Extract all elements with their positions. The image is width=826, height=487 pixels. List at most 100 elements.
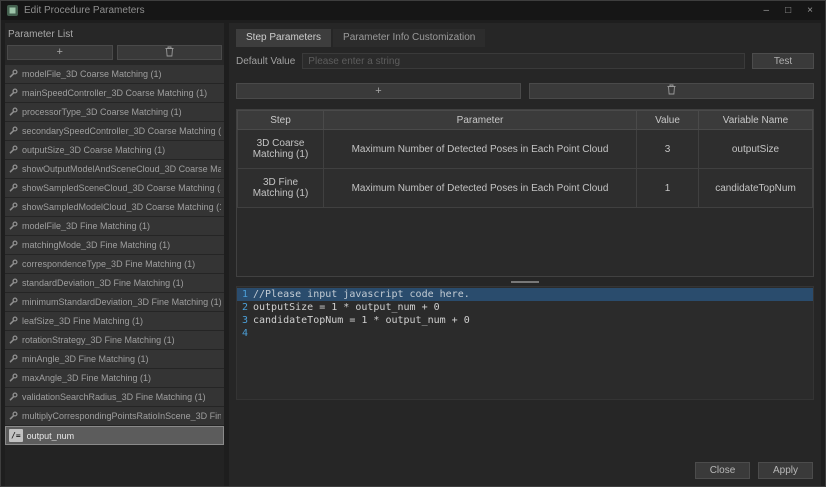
minimize-button[interactable]: – — [764, 1, 770, 20]
mapping-toolbar: + — [236, 83, 814, 99]
cell-variable-name[interactable]: candidateTopNum — [699, 169, 813, 208]
code-line[interactable]: 2 outputSize = 1 * output_num + 0 — [237, 301, 813, 314]
code-line[interactable]: 4 — [237, 327, 813, 340]
code-line[interactable]: 1 //Please input javascript code here. — [237, 288, 813, 301]
cell-value[interactable]: 1 — [637, 169, 699, 208]
parameter-list-item[interactable]: modelFile_3D Coarse Matching (1) — [5, 65, 224, 84]
column-header-parameter: Parameter — [324, 111, 637, 130]
parameter-label: showOutputModelAndSceneCloud_3D Coarse M… — [22, 164, 221, 174]
wrench-icon — [8, 202, 18, 212]
wrench-icon — [8, 88, 18, 98]
parameter-list-item[interactable]: minAngle_3D Fine Matching (1) — [5, 350, 224, 369]
parameter-list-item[interactable]: processorType_3D Coarse Matching (1) — [5, 103, 224, 122]
apply-button[interactable]: Apply — [758, 462, 813, 479]
parameter-list-item[interactable]: standardDeviation_3D Fine Matching (1) — [5, 274, 224, 293]
wrench-icon — [8, 316, 18, 326]
parameter-label: validationSearchRadius_3D Fine Matching … — [22, 392, 206, 402]
cell-parameter[interactable]: Maximum Number of Detected Poses in Each… — [324, 130, 637, 169]
parameter-list-item[interactable]: validationSearchRadius_3D Fine Matching … — [5, 388, 224, 407]
parameter-list-item[interactable]: matchingMode_3D Fine Matching (1) — [5, 236, 224, 255]
table-header-row: Step Parameter Value Variable Name — [238, 111, 813, 130]
cell-value[interactable]: 3 — [637, 130, 699, 169]
column-header-variable-name: Variable Name — [699, 111, 813, 130]
default-value-row: Default Value Test — [236, 53, 814, 69]
edit-procedure-parameters-dialog: Edit Procedure Parameters – □ × Paramete… — [0, 0, 826, 487]
add-parameter-button[interactable]: + — [7, 45, 113, 60]
cell-step[interactable]: 3D Coarse Matching (1) — [238, 130, 324, 169]
tab[interactable]: Parameter Info Customization — [333, 29, 485, 47]
parameter-label: minAngle_3D Fine Matching (1) — [22, 354, 149, 364]
column-header-value: Value — [637, 111, 699, 130]
parameter-label: output_num — [27, 431, 75, 441]
parameter-list-item[interactable]: modelFile_3D Fine Matching (1) — [5, 217, 224, 236]
wrench-icon — [8, 259, 18, 269]
parameter-mapping-table: Step Parameter Value Variable Name 3D Co… — [237, 110, 813, 208]
parameter-label: showSampledModelCloud_3D Coarse Matching… — [22, 202, 221, 212]
tab[interactable]: Step Parameters — [236, 29, 331, 47]
parameter-list-item[interactable]: outputSize_3D Coarse Matching (1) — [5, 141, 224, 160]
line-number: 2 — [237, 301, 253, 314]
parameter-list-item[interactable]: minimumStandardDeviation_3D Fine Matchin… — [5, 293, 224, 312]
delete-mapping-button[interactable] — [529, 83, 814, 99]
default-value-label: Default Value — [236, 56, 295, 67]
parameter-detail-panel: Step Parameters Parameter Info Customiza… — [229, 23, 821, 486]
close-icon[interactable]: × — [807, 1, 813, 20]
code-text: //Please input javascript code here. — [253, 288, 813, 301]
wrench-icon — [8, 392, 18, 402]
parameter-list-item[interactable]: multiplyCorrespondingPointsRatioInScene_… — [5, 407, 224, 426]
splitter[interactable] — [236, 277, 814, 286]
line-number: 1 — [237, 288, 253, 301]
cell-parameter[interactable]: Maximum Number of Detected Poses in Each… — [324, 169, 637, 208]
close-button[interactable]: Close — [695, 462, 750, 479]
cell-step[interactable]: 3D Fine Matching (1) — [238, 169, 324, 208]
parameter-list-panel: Parameter List + — [5, 23, 224, 486]
plus-icon: + — [57, 47, 63, 58]
test-button[interactable]: Test — [752, 53, 814, 69]
parameter-label: matchingMode_3D Fine Matching (1) — [22, 240, 170, 250]
parameter-label: minimumStandardDeviation_3D Fine Matchin… — [22, 297, 221, 307]
parameter-list-item[interactable]: leafSize_3D Fine Matching (1) — [5, 312, 224, 331]
parameter-list-item[interactable]: showSampledModelCloud_3D Coarse Matching… — [5, 198, 224, 217]
dialog-footer: Close Apply — [236, 462, 814, 486]
app-icon — [7, 5, 18, 16]
parameter-label: leafSize_3D Fine Matching (1) — [22, 316, 143, 326]
parameter-list-item[interactable]: maxAngle_3D Fine Matching (1) — [5, 369, 224, 388]
tab-bar: Step Parameters Parameter Info Customiza… — [236, 29, 814, 47]
line-number: 3 — [237, 314, 253, 327]
column-header-step: Step — [238, 111, 324, 130]
parameter-list-item[interactable]: /= output_num — [5, 426, 224, 445]
wrench-icon — [8, 240, 18, 250]
parameter-list-item[interactable]: correspondenceType_3D Fine Matching (1) — [5, 255, 224, 274]
parameter-label: multiplyCorrespondingPointsRatioInScene_… — [22, 411, 221, 421]
parameter-list-item[interactable]: secondarySpeedController_3D Coarse Match… — [5, 122, 224, 141]
wrench-icon — [8, 69, 18, 79]
wrench-icon — [8, 145, 18, 155]
line-number: 4 — [237, 327, 253, 340]
delete-parameter-button[interactable] — [117, 45, 223, 60]
parameter-list[interactable]: modelFile_3D Coarse Matching (1) mainSpe… — [5, 65, 224, 486]
code-line[interactable]: 3 candidateTopNum = 1 * output_num + 0 — [237, 314, 813, 327]
parameter-list-item[interactable]: rotationStrategy_3D Fine Matching (1) — [5, 331, 224, 350]
parameter-label: outputSize_3D Coarse Matching (1) — [22, 145, 165, 155]
tab-label: Step Parameters — [246, 32, 321, 43]
cell-variable-name[interactable]: outputSize — [699, 130, 813, 169]
parameter-label: maxAngle_3D Fine Matching (1) — [22, 373, 151, 383]
formula-icon: /= — [9, 429, 23, 442]
javascript-code-editor[interactable]: 1 //Please input javascript code here. 2… — [236, 286, 814, 400]
parameter-list-title: Parameter List — [5, 23, 224, 45]
add-mapping-button[interactable]: + — [236, 83, 521, 99]
parameter-list-item[interactable]: showSampledSceneCloud_3D Coarse Matching… — [5, 179, 224, 198]
titlebar: Edit Procedure Parameters – □ × — [1, 1, 825, 20]
default-value-input[interactable] — [302, 53, 745, 69]
parameter-label: processorType_3D Coarse Matching (1) — [22, 107, 182, 117]
maximize-button[interactable]: □ — [785, 1, 791, 20]
parameter-list-item[interactable]: mainSpeedController_3D Coarse Matching (… — [5, 84, 224, 103]
table-row[interactable]: 3D Coarse Matching (1) Maximum Number of… — [238, 130, 813, 169]
wrench-icon — [8, 221, 18, 231]
table-row[interactable]: 3D Fine Matching (1) Maximum Number of D… — [238, 169, 813, 208]
parameter-list-item[interactable]: showOutputModelAndSceneCloud_3D Coarse M… — [5, 160, 224, 179]
splitter-handle-icon — [511, 281, 539, 283]
wrench-icon — [8, 107, 18, 117]
dialog-body: Parameter List + — [1, 20, 825, 486]
parameter-label: secondarySpeedController_3D Coarse Match… — [22, 126, 221, 136]
